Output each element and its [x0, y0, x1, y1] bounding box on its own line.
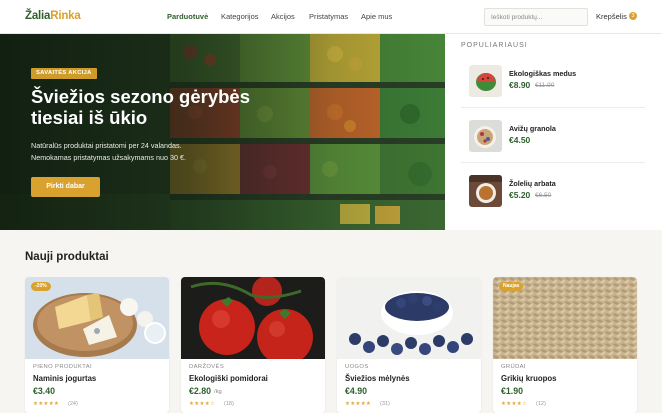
product-name: Naminis jogurtas — [33, 374, 97, 383]
popular-item[interactable]: Ekologiškas medus €8.90 €11.90 — [461, 64, 645, 106]
review-count: (31) — [380, 401, 390, 407]
popular-item-price: €5.20 — [509, 190, 531, 200]
discount-badge: -20% — [31, 282, 51, 291]
product-card[interactable]: Naujas GRŪDAI Grikių kruopos €1.90 ★★★★☆… — [493, 277, 637, 413]
cart-count-badge: 3 — [629, 12, 637, 20]
rating-stars: ★★★★★ — [345, 401, 372, 407]
rating-stars: ★★★★☆ — [189, 401, 216, 407]
hero-title: Šviežios sezono gėrybės tiesiai iš ūkio — [31, 86, 251, 128]
product-card[interactable]: DARŽOVĖS Ekologiški pomidorai €2.80 /kg … — [181, 277, 325, 413]
product-category: PIENO PRODUKTAI — [33, 364, 93, 370]
logo-part-1: Žalia — [25, 10, 51, 22]
popular-panel: POPULIARIAUSI Ekologiškas medus €8.90 €1… — [445, 34, 662, 230]
logo[interactable]: ŽaliaRinka — [25, 10, 81, 22]
popular-title: POPULIARIAUSI — [461, 42, 528, 49]
popular-item-old-price: €6.50 — [535, 192, 552, 199]
blueberries-image — [337, 277, 481, 359]
review-count: (18) — [224, 401, 234, 407]
popular-item-price: €4.50 — [509, 135, 531, 145]
price-unit: /kg — [214, 389, 222, 395]
logo-part-2: Rinka — [50, 10, 81, 22]
rating-stars: ★★★★★ — [33, 401, 60, 407]
product-name: Grikių kruopos — [501, 374, 557, 383]
review-count: (12) — [536, 401, 546, 407]
honey-thumbnail — [469, 65, 502, 97]
popular-item-name: Žolelių arbata — [509, 179, 556, 188]
product-price: €4.90 — [345, 386, 368, 396]
site-header: ŽaliaRinka Parduotuvė Kategorijos Akcijo… — [0, 0, 662, 34]
granola-thumbnail — [469, 120, 502, 152]
nav-item-delivery[interactable]: Pristatymas — [309, 12, 348, 21]
product-price: €1.90 — [501, 386, 524, 396]
tea-thumbnail — [469, 175, 502, 207]
hero-subtitle: Natūralūs produktai pristatomi per 24 va… — [31, 141, 186, 162]
new-products-title: Nauji produktai — [25, 251, 109, 263]
shop-now-button[interactable]: Pirkti dabar — [31, 177, 100, 197]
product-price: €2.80 — [189, 386, 212, 396]
product-name: Ekologiški pomidorai — [189, 374, 268, 383]
tomatoes-image — [181, 277, 325, 359]
search-input[interactable] — [484, 8, 588, 26]
nav-item-categories[interactable]: Kategorijos — [221, 12, 259, 21]
promo-badge: SAVAITĖS AKCIJA — [31, 68, 97, 79]
product-name: Šviežios mėlynės — [345, 374, 410, 383]
cart-link[interactable]: Krepšelis — [596, 12, 627, 21]
product-category: GRŪDAI — [501, 364, 526, 370]
review-count: (24) — [68, 401, 78, 407]
popular-item-name: Avižų granola — [509, 124, 556, 133]
nav-item-shop[interactable]: Parduotuvė — [167, 12, 208, 21]
nav-item-sales[interactable]: Akcijos — [271, 12, 295, 21]
product-category: UOGOS — [345, 364, 369, 370]
rating-stars: ★★★★☆ — [501, 401, 528, 407]
product-card[interactable]: -20% PIENO PRODUKTAI Naminis jogurtas €3… — [25, 277, 169, 413]
product-price: €3.40 — [33, 386, 56, 396]
product-card[interactable]: UOGOS Šviežios mėlynės €4.90 ★★★★★ (31) — [337, 277, 481, 413]
product-category: DARŽOVĖS — [189, 364, 225, 370]
popular-item-name: Ekologiškas medus — [509, 69, 577, 78]
nav-item-about[interactable]: Apie mus — [361, 12, 392, 21]
new-badge: Naujas — [499, 282, 524, 291]
popular-item-price: €8.90 — [509, 80, 531, 90]
popular-item[interactable]: Avižų granola €4.50 — [461, 119, 645, 161]
hero-banner: SAVAITĖS AKCIJA Šviežios sezono gėrybės … — [0, 34, 445, 230]
popular-item-old-price: €11.90 — [535, 82, 555, 89]
popular-item[interactable]: Žolelių arbata €5.20 €6.50 — [461, 174, 645, 216]
